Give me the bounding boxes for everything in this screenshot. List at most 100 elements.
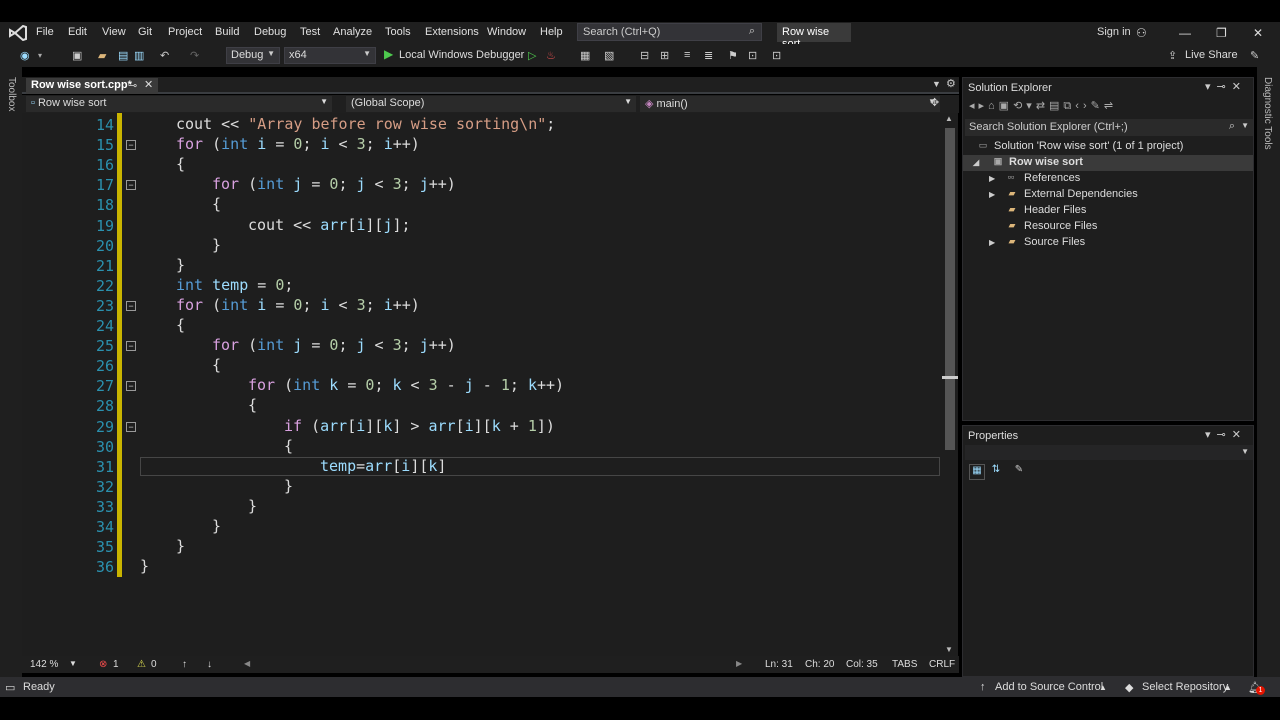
code-line[interactable]: 28 {: [22, 396, 942, 416]
line-indicator[interactable]: Ln: 31: [765, 659, 793, 670]
menu-edit[interactable]: Edit: [68, 26, 87, 38]
collapsed-icon[interactable]: ▶: [989, 190, 995, 199]
account-icon[interactable]: ⚇: [1136, 26, 1147, 40]
char-indicator[interactable]: Ch: 20: [805, 659, 834, 670]
collapsed-icon[interactable]: ▶: [989, 238, 995, 247]
toolbar-icon-d[interactable]: ⊞: [660, 49, 669, 62]
code-line[interactable]: 25 − for (int j = 0; j < 3; j++): [22, 336, 942, 356]
diagnostic-tools-tab[interactable]: Diagnostic Tools: [1262, 77, 1273, 150]
split-editor-icon[interactable]: ✥: [930, 96, 939, 109]
back-dropdown-icon[interactable]: ▾: [38, 51, 42, 60]
menu-git[interactable]: Git: [138, 26, 152, 38]
collapsed-icon[interactable]: ▶: [989, 174, 995, 183]
tree-project[interactable]: ◢ ▣ Row wise sort: [963, 155, 1253, 171]
collapse-icon[interactable]: −: [126, 140, 136, 151]
toolbar-icon-g[interactable]: ⊡: [748, 49, 757, 62]
code-line[interactable]: 23− for (int i = 0; i < 3; i++): [22, 296, 942, 316]
toolbar-icon-e[interactable]: ≡: [684, 49, 690, 61]
toolbox-tab[interactable]: Toolbox: [6, 77, 17, 111]
scroll-down-icon[interactable]: ▼: [945, 645, 953, 654]
code-editor[interactable]: 14 cout << "Array before row wise sorting…: [22, 113, 942, 656]
tree-source-files[interactable]: ▶ ▰ Source Files: [963, 235, 1253, 251]
hscroll-right-icon[interactable]: ▶: [736, 659, 742, 668]
code-line[interactable]: 32}: [22, 477, 942, 497]
next-issue-icon[interactable]: ↓: [207, 659, 212, 670]
toolbar-icon-h[interactable]: ⊡: [772, 49, 781, 62]
solution-explorer-search[interactable]: Search Solution Explorer (Ctrl+;) ⌕ ▼: [965, 119, 1253, 136]
code-line[interactable]: 27 − for (int k = 0; k < 3 - j - 1; k++): [22, 376, 942, 396]
repository-icon[interactable]: ◆: [1125, 681, 1133, 694]
collapse-icon[interactable]: −: [126, 300, 136, 311]
toolbox-strip[interactable]: Toolbox: [0, 67, 22, 677]
chevron-up-icon[interactable]: ▲: [1224, 683, 1232, 692]
alphabetical-icon[interactable]: ⇅: [988, 464, 1004, 480]
member-nav-select[interactable]: ◈ main() ▼: [640, 96, 940, 112]
code-line[interactable]: 21}: [22, 256, 942, 276]
toolbar-icon-a[interactable]: ▦: [580, 49, 590, 62]
code-line[interactable]: 19 cout << arr[i][j];: [22, 216, 942, 236]
source-control-icon[interactable]: ↑: [980, 681, 986, 693]
tree-header-files[interactable]: ▰ Header Files: [963, 203, 1253, 219]
project-nav-select[interactable]: ▫ Row wise sort ▼: [26, 96, 332, 112]
toolbar-icon-c[interactable]: ⊟: [640, 49, 649, 62]
settings-gear-icon[interactable]: ⚙: [946, 77, 956, 90]
solution-explorer-toolbar[interactable]: ◂▸⌂▣⟲▾⇄▤⧉‹›✎⇌: [963, 97, 1253, 117]
menu-debug[interactable]: Debug: [254, 26, 286, 38]
scroll-up-icon[interactable]: ▲: [945, 114, 953, 123]
code-line[interactable]: 30 {: [22, 437, 942, 457]
tabs-indicator[interactable]: TABS: [892, 659, 917, 670]
properties-object-select[interactable]: ▼: [965, 445, 1253, 460]
close-window-button[interactable]: ✕: [1253, 26, 1263, 40]
col-indicator[interactable]: Col: 35: [846, 659, 878, 670]
collapse-icon[interactable]: −: [126, 381, 136, 392]
error-icon[interactable]: ⊗: [99, 659, 107, 670]
panel-controls[interactable]: ▾⊸✕: [1205, 428, 1247, 441]
menu-file[interactable]: File: [36, 26, 54, 38]
maximize-button[interactable]: ❐: [1216, 26, 1227, 40]
redo-icon[interactable]: ↷: [190, 49, 199, 62]
tree-solution[interactable]: ▭ Solution 'Row wise sort' (1 of 1 proje…: [963, 139, 1253, 155]
live-share-icon[interactable]: ⇪: [1168, 49, 1177, 62]
previous-issue-icon[interactable]: ↑: [182, 659, 187, 670]
tree-references[interactable]: ▶ ▫▫ References: [963, 171, 1253, 187]
scope-nav-select[interactable]: (Global Scope) ▼: [346, 96, 636, 112]
start-debug-icon[interactable]: ▶: [384, 47, 393, 61]
line-ending-indicator[interactable]: CRLF: [929, 659, 955, 670]
code-line[interactable]: 26 {: [22, 356, 942, 376]
menu-tools[interactable]: Tools: [385, 26, 411, 38]
collapse-icon[interactable]: −: [126, 180, 136, 191]
menu-window[interactable]: Window: [487, 26, 526, 38]
menu-build[interactable]: Build: [215, 26, 239, 38]
select-repository-button[interactable]: Select Repository: [1142, 681, 1228, 693]
code-line[interactable]: 35}: [22, 537, 942, 557]
collapse-icon[interactable]: −: [126, 421, 136, 432]
code-line[interactable]: 17 − for (int j = 0; j < 3; j++): [22, 175, 942, 195]
code-line[interactable]: 36}: [22, 557, 942, 577]
code-line[interactable]: 34}: [22, 517, 942, 537]
property-pages-icon[interactable]: ✎: [1011, 464, 1027, 480]
chevron-up-icon[interactable]: ▲: [1099, 683, 1107, 692]
menu-extensions[interactable]: Extensions: [425, 26, 479, 38]
save-all-icon[interactable]: ▥: [134, 49, 144, 62]
panel-controls[interactable]: ▾⊸✕: [1205, 80, 1247, 93]
diagnostic-tools-strip[interactable]: Diagnostic Tools: [1257, 67, 1280, 677]
feedback-icon[interactable]: ✎: [1250, 49, 1259, 62]
code-line[interactable]: 29− if (arr[i][k] > arr[i][k + 1]): [22, 417, 942, 437]
tab-list-dropdown-icon[interactable]: ▼: [932, 79, 941, 89]
search-input[interactable]: Search (Ctrl+Q) ⌕: [577, 23, 762, 41]
open-file-icon[interactable]: ▰: [98, 49, 106, 62]
menu-help[interactable]: Help: [540, 26, 563, 38]
categorized-icon[interactable]: ▦: [969, 464, 985, 480]
minimize-button[interactable]: —: [1179, 26, 1191, 40]
undo-icon[interactable]: ↶: [160, 49, 169, 62]
save-icon[interactable]: ▤: [118, 49, 128, 62]
sign-in-link[interactable]: Sign in: [1097, 26, 1131, 38]
start-without-debug-icon[interactable]: ▷: [528, 49, 536, 62]
code-line[interactable]: 24 {: [22, 316, 942, 336]
hot-reload-icon[interactable]: ♨: [546, 49, 556, 62]
code-line[interactable]: 22 int temp = 0;: [22, 276, 942, 296]
hscroll-left-icon[interactable]: ◀: [244, 659, 250, 668]
zoom-level[interactable]: 142 %: [30, 659, 58, 670]
menu-project[interactable]: Project: [168, 26, 202, 38]
tree-resource-files[interactable]: ▰ Resource Files: [963, 219, 1253, 235]
